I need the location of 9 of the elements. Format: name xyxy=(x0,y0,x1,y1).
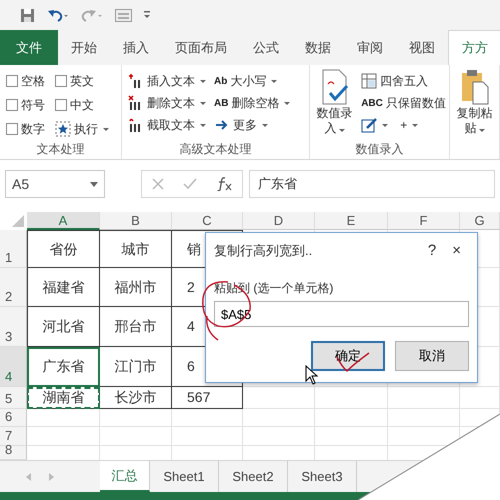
checkbox-label: 符号 xyxy=(21,97,45,114)
group-label: 高级文本处理 xyxy=(178,141,252,158)
group-label: 数值录入 xyxy=(354,141,404,158)
checkbox-label: 空格 xyxy=(21,73,45,90)
checkbox-label: 英文 xyxy=(70,73,94,90)
dialog-title: 复制行高列宽到.. xyxy=(214,242,314,260)
checkbox-label: 数字 xyxy=(21,121,45,138)
checkbox-label: 中文 xyxy=(70,97,94,114)
group-label: 文本处理 xyxy=(36,141,86,158)
